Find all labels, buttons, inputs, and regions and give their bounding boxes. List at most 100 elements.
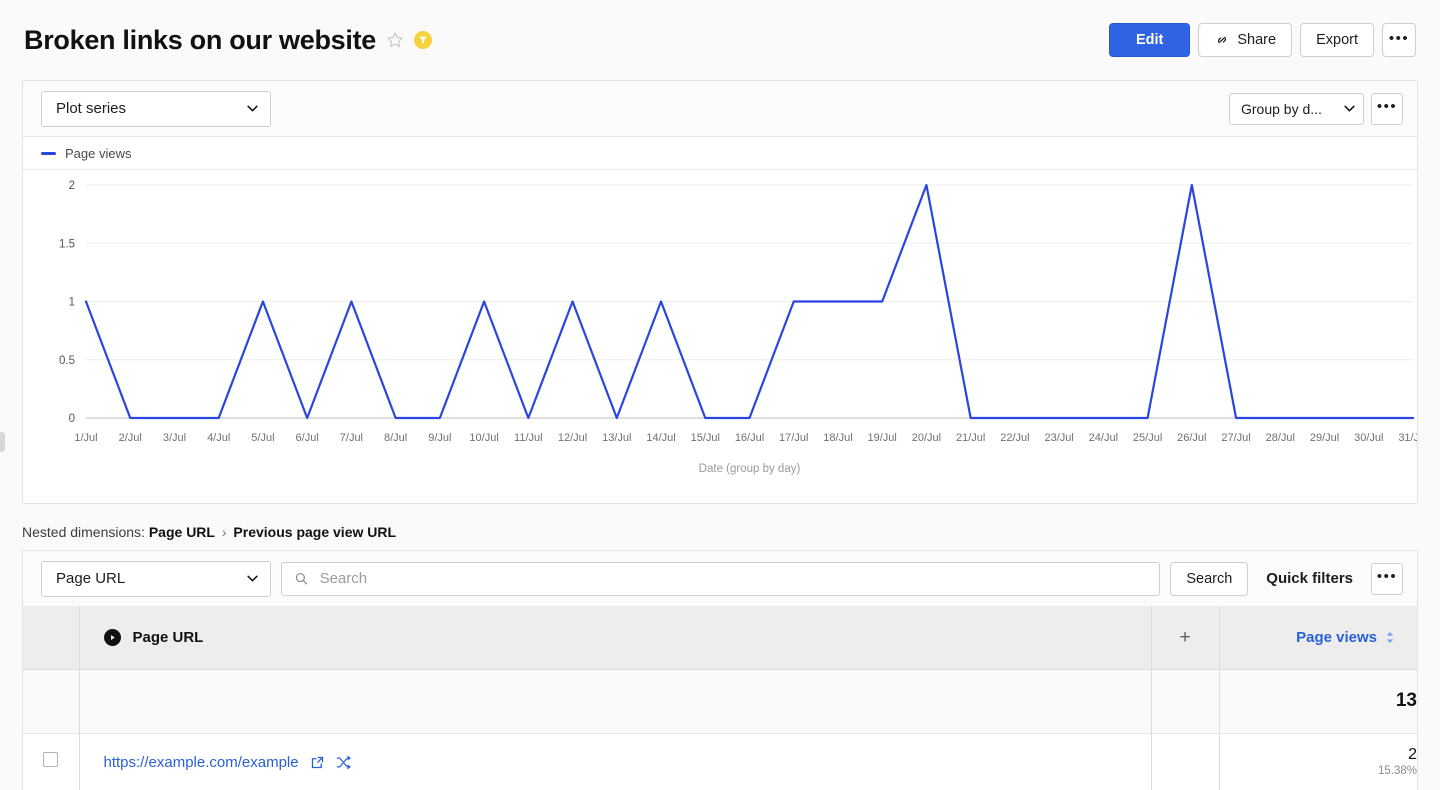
svg-text:1/Jul: 1/Jul bbox=[74, 432, 97, 444]
table-total-row: 13 bbox=[23, 669, 1417, 734]
total-checkbox-cell bbox=[23, 669, 79, 734]
more-dots-icon: ••• bbox=[1376, 568, 1398, 585]
data-table: Page URL + Page views 13 https://example… bbox=[23, 607, 1417, 790]
group-by-value: Group by d... bbox=[1241, 100, 1322, 117]
table-toolbar: Page URL Search Quick filters ••• bbox=[23, 551, 1417, 607]
filter-badge[interactable] bbox=[413, 31, 432, 49]
svg-text:1.5: 1.5 bbox=[59, 238, 75, 250]
left-edge-scroll-nub[interactable] bbox=[0, 432, 5, 452]
export-button[interactable]: Export bbox=[1300, 23, 1374, 57]
total-dimension-cell bbox=[78, 669, 1151, 734]
svg-text:12/Jul: 12/Jul bbox=[558, 432, 587, 444]
legend-swatch bbox=[41, 151, 56, 155]
row-url-link[interactable]: https://example.com/example bbox=[104, 754, 299, 771]
svg-text:2/Jul: 2/Jul bbox=[119, 432, 142, 444]
header-actions: Edit Share Export ••• bbox=[1108, 23, 1416, 57]
row-metric-percent: 15.38% bbox=[1377, 765, 1417, 778]
search-icon bbox=[295, 573, 308, 585]
plot-series-select[interactable]: Plot series bbox=[41, 90, 271, 127]
nested-dimension-first[interactable]: Page URL bbox=[149, 524, 215, 540]
row-checkbox[interactable] bbox=[43, 752, 59, 768]
table-card: Page URL Search Quick filters ••• bbox=[22, 550, 1418, 790]
group-by-select[interactable]: Group by d... bbox=[1229, 92, 1364, 125]
svg-text:20/Jul: 20/Jul bbox=[912, 432, 941, 444]
search-input[interactable] bbox=[317, 569, 1148, 588]
svg-text:5/Jul: 5/Jul bbox=[251, 432, 274, 444]
chart-toolbar-right: Group by d... ••• bbox=[1229, 92, 1403, 125]
svg-text:8/Jul: 8/Jul bbox=[384, 432, 407, 444]
search-box[interactable] bbox=[281, 561, 1161, 596]
svg-text:31/Jul: 31/Jul bbox=[1398, 432, 1417, 444]
header-more-button[interactable]: ••• bbox=[1382, 23, 1416, 57]
svg-text:15/Jul: 15/Jul bbox=[691, 432, 720, 444]
svg-text:10/Jul: 10/Jul bbox=[469, 432, 498, 444]
nested-dimensions: Nested dimensions: Page URL › Previous p… bbox=[0, 504, 1440, 550]
nested-dimensions-separator: › bbox=[221, 524, 227, 540]
share-button[interactable]: Share bbox=[1198, 23, 1293, 57]
chart-toolbar: Plot series Group by d... ••• bbox=[23, 81, 1417, 137]
svg-text:4/Jul: 4/Jul bbox=[207, 432, 230, 444]
svg-text:9/Jul: 9/Jul bbox=[428, 432, 451, 444]
svg-text:23/Jul: 23/Jul bbox=[1044, 432, 1073, 444]
header-dimension-cell[interactable]: Page URL bbox=[78, 607, 1151, 670]
row-checkbox-cell[interactable] bbox=[23, 733, 79, 790]
chart-more-button[interactable]: ••• bbox=[1371, 92, 1403, 125]
svg-text:14/Jul: 14/Jul bbox=[646, 432, 675, 444]
nested-dimensions-label: Nested dimensions: bbox=[22, 524, 145, 540]
edit-button[interactable]: Edit bbox=[1108, 23, 1191, 57]
svg-text:6/Jul: 6/Jul bbox=[296, 432, 319, 444]
plot-series-value: Plot series bbox=[56, 100, 127, 117]
add-column-button[interactable]: + bbox=[1150, 607, 1219, 670]
svg-text:29/Jul: 29/Jul bbox=[1310, 432, 1339, 444]
svg-text:25/Jul: 25/Jul bbox=[1133, 432, 1162, 444]
total-metric-value: 13 bbox=[1218, 669, 1417, 734]
header-dimension-label: Page URL bbox=[132, 629, 204, 647]
chevron-down-icon bbox=[247, 575, 258, 582]
svg-text:13/Jul: 13/Jul bbox=[602, 432, 631, 444]
line-chart: 00.511.521/Jul 2/Jul 3/Jul 4/Jul 5/Jul 6/Jul 7… bbox=[59, 180, 1417, 475]
svg-text:1: 1 bbox=[69, 297, 75, 309]
nested-dimension-second[interactable]: Previous page view URL bbox=[233, 524, 396, 540]
table-row[interactable]: https://example.com/example 2 15.38% bbox=[23, 733, 1417, 790]
svg-text:16/Jul: 16/Jul bbox=[735, 432, 764, 444]
share-label: Share bbox=[1237, 32, 1277, 48]
dimension-select-value: Page URL bbox=[56, 570, 126, 587]
total-plus-cell bbox=[1150, 669, 1219, 734]
external-link-icon[interactable] bbox=[310, 755, 325, 770]
row-plus-cell bbox=[1150, 733, 1219, 790]
svg-text:24/Jul: 24/Jul bbox=[1089, 432, 1118, 444]
chart-legend: Page views bbox=[23, 137, 1417, 170]
chevron-down-icon bbox=[1344, 105, 1355, 112]
row-dimension-cell: https://example.com/example bbox=[78, 733, 1151, 790]
search-button[interactable]: Search bbox=[1170, 561, 1249, 596]
row-metric-value: 2 bbox=[1408, 746, 1417, 764]
chevron-down-icon bbox=[247, 105, 258, 112]
more-dots-icon: ••• bbox=[1376, 98, 1398, 115]
svg-text:0.5: 0.5 bbox=[59, 355, 75, 367]
header-metric-label: Page views bbox=[1296, 629, 1377, 647]
svg-text:21/Jul: 21/Jul bbox=[956, 432, 985, 444]
more-dots-icon: ••• bbox=[1388, 29, 1410, 47]
page-header: Broken links on our website Edit Share E… bbox=[0, 0, 1440, 80]
svg-text:19/Jul: 19/Jul bbox=[868, 432, 897, 444]
svg-text:28/Jul: 28/Jul bbox=[1266, 432, 1295, 444]
play-circle-icon bbox=[103, 629, 121, 647]
sort-icon bbox=[1386, 632, 1394, 644]
star-outline-icon[interactable] bbox=[386, 31, 404, 49]
svg-text:17/Jul: 17/Jul bbox=[779, 432, 808, 444]
header-metric-cell[interactable]: Page views bbox=[1218, 607, 1417, 670]
chart-card: Plot series Group by d... ••• Page views… bbox=[22, 80, 1418, 504]
table-header-row: Page URL + Page views bbox=[23, 607, 1417, 670]
quick-filters-button[interactable]: Quick filters bbox=[1258, 570, 1361, 587]
svg-text:7/Jul: 7/Jul bbox=[340, 432, 363, 444]
funnel-icon bbox=[419, 36, 427, 44]
svg-text:18/Jul: 18/Jul bbox=[823, 432, 852, 444]
dimension-select[interactable]: Page URL bbox=[41, 560, 271, 597]
svg-text:26/Jul: 26/Jul bbox=[1177, 432, 1206, 444]
link-icon bbox=[1218, 36, 1227, 44]
shuffle-icon[interactable] bbox=[336, 755, 351, 770]
table-more-button[interactable]: ••• bbox=[1371, 562, 1403, 595]
chart-plot-area[interactable]: 0 0.5 1 1.5 2 1/Jul 2/Jul 3/Jul 4/Jul 5/Jul 6/Jul 7… bbox=[23, 170, 1417, 503]
legend-item-label: Page views bbox=[65, 145, 132, 161]
svg-text:0: 0 bbox=[69, 413, 75, 425]
